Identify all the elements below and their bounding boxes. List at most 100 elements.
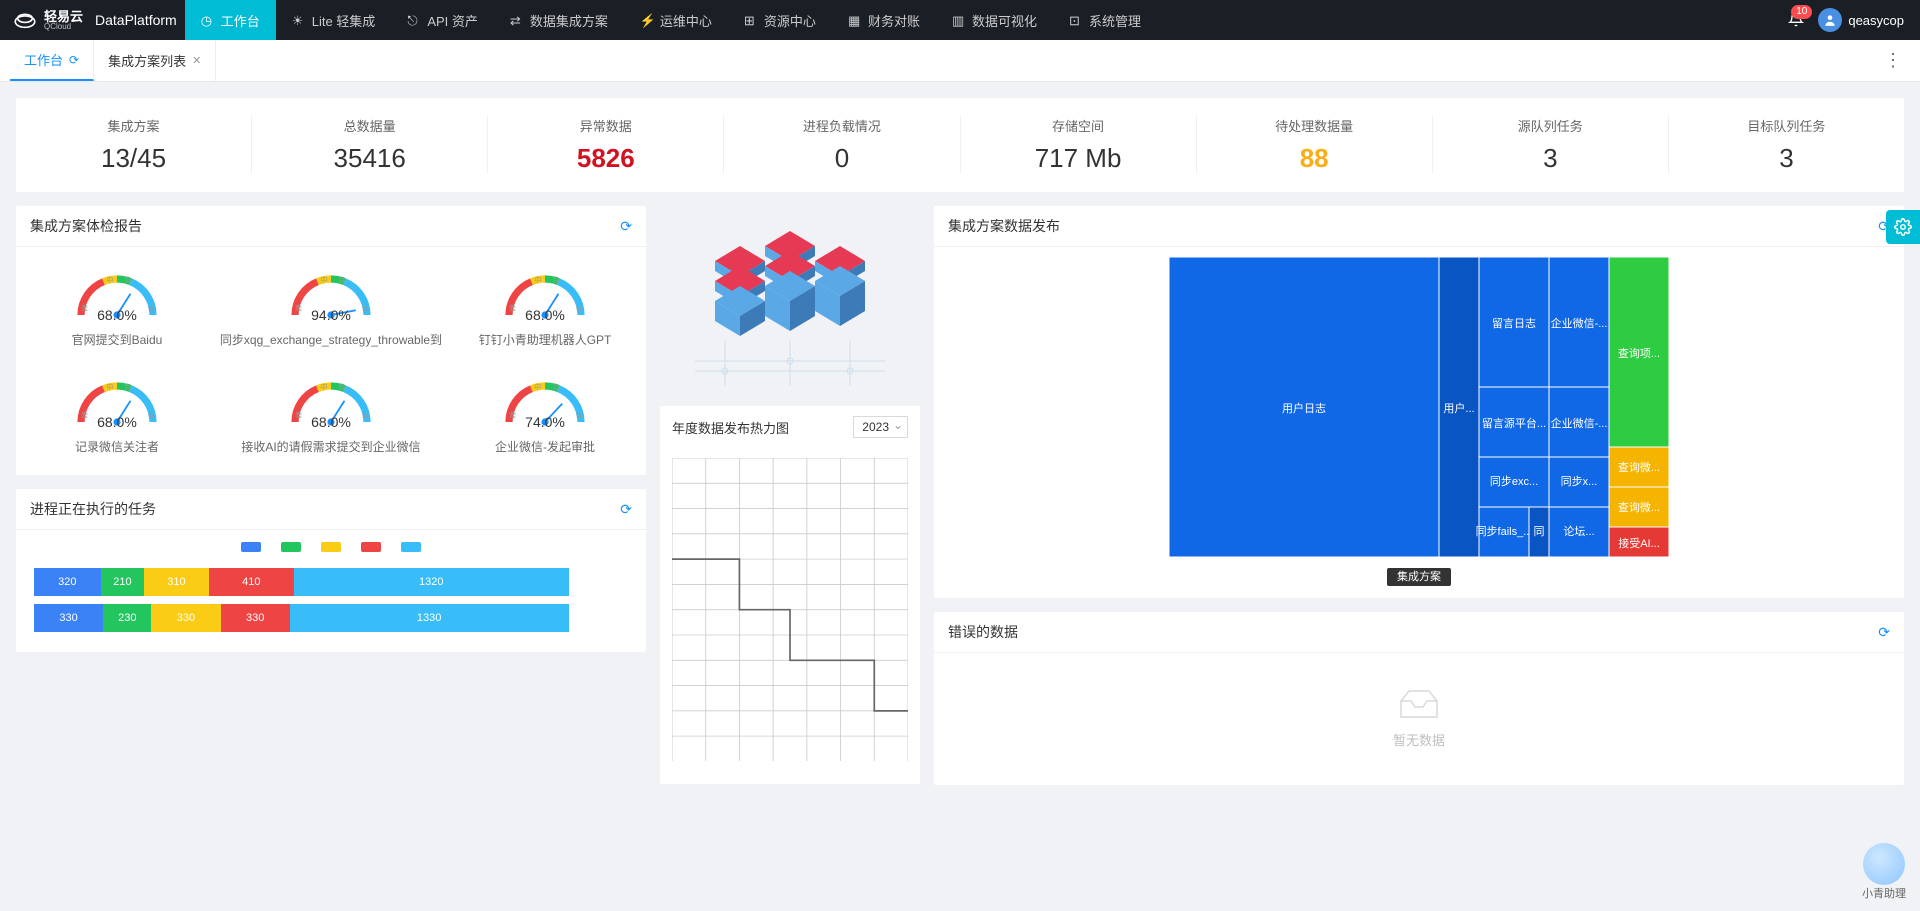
nav-api[interactable]: ⎋API 资产 <box>391 0 494 40</box>
progress-row: 3302303303301330 <box>34 604 628 632</box>
progress-title: 进程正在执行的任务 <box>30 499 156 519</box>
resource-icon: ⊞ <box>744 13 758 27</box>
stat-storage[interactable]: 存储空间717 Mb <box>961 116 1197 174</box>
progress-segment[interactable]: 330 <box>34 604 103 632</box>
health-title: 集成方案体检报告 <box>30 216 142 236</box>
lite-icon: ☀ <box>292 13 306 27</box>
gauge-item[interactable]: 差中 良优 68.0% 记录微信关注者 <box>28 366 206 463</box>
middle-column: 年度数据发布热力图 2023 <box>660 206 920 784</box>
refresh-button[interactable]: ⟳ <box>1878 624 1890 641</box>
cloud-icon <box>12 7 38 33</box>
svg-text:留言日志: 留言日志 <box>1492 317 1536 330</box>
gauge-item[interactable]: 差中 良优 68.0% 官网提交到Baidu <box>28 259 206 356</box>
dashboard-grid: 集成方案体检报告 ⟳ 差中 良优 <box>16 206 1904 785</box>
server-stack-icon <box>715 246 765 336</box>
nav-right: 10 qeasycop <box>1788 8 1920 32</box>
stat-source-queue[interactable]: 源队列任务3 <box>1433 116 1669 174</box>
settings-drawer-button[interactable] <box>1886 210 1920 244</box>
nav-integration[interactable]: ⇄数据集成方案 <box>494 0 624 40</box>
nav-viz[interactable]: ▥数据可视化 <box>936 0 1053 40</box>
stat-target-queue[interactable]: 目标队列任务3 <box>1669 116 1904 174</box>
tab-more-button[interactable]: ⋮ <box>1876 50 1910 71</box>
stat-integration[interactable]: 集成方案13/45 <box>16 116 252 174</box>
legend-item <box>241 542 261 552</box>
svg-text:同步exc...: 同步exc... <box>1490 475 1538 488</box>
gauge-item[interactable]: 差中 良优 68.0% 接收AI的请假需求提交到企业微信 <box>216 366 446 463</box>
brand-text: 轻易云 QCloud <box>44 10 83 31</box>
heatmap-panel: 年度数据发布热力图 2023 <box>660 406 920 784</box>
brand-logo[interactable]: 轻易云 QCloud <box>0 7 95 33</box>
svg-text:查询微...: 查询微... <box>1618 500 1660 514</box>
gauge-item[interactable]: 差中 良优 68.0% 钉钉小青助理机器人GPT <box>456 259 634 356</box>
progress-segment[interactable]: 310 <box>144 568 208 596</box>
nav-resource[interactable]: ⊞资源中心 <box>728 0 832 40</box>
nav-finance[interactable]: ▦财务对账 <box>832 0 936 40</box>
health-panel: 集成方案体检报告 ⟳ 差中 良优 <box>16 206 646 475</box>
progress-segment[interactable]: 320 <box>34 568 101 596</box>
refresh-icon[interactable]: ⟳ <box>69 53 79 67</box>
svg-text:同: 同 <box>1534 526 1545 538</box>
flow-icon: ⇄ <box>510 13 524 27</box>
svg-text:中: 中 <box>534 276 541 285</box>
progress-segment[interactable]: 210 <box>101 568 145 596</box>
chart-icon: ▥ <box>952 13 966 27</box>
treemap-chart[interactable]: 用户日志 用户... 留言日志 留言源平台... 同步exc... 同步fail… <box>948 257 1890 557</box>
nav-lite[interactable]: ☀Lite 轻集成 <box>276 0 392 40</box>
progress-segment[interactable]: 410 <box>209 568 294 596</box>
progress-bars: 32021031041013203302303303301330 <box>34 568 628 632</box>
progress-row: 3202103104101320 <box>34 568 628 596</box>
legend-item <box>321 542 341 552</box>
progress-segment[interactable]: 330 <box>151 604 220 632</box>
nav-ops[interactable]: ⚡运维中心 <box>624 0 728 40</box>
left-column: 集成方案体检报告 ⟳ 差中 良优 <box>16 206 646 652</box>
svg-text:中: 中 <box>106 276 113 285</box>
assistant-button[interactable]: 小青助理 <box>1862 843 1906 901</box>
refresh-button[interactable]: ⟳ <box>620 218 632 235</box>
username: qeasycop <box>1848 13 1904 28</box>
product-name: DataPlatform <box>95 12 185 28</box>
nav-system[interactable]: ⊡系统管理 <box>1053 0 1157 40</box>
progress-segment[interactable]: 230 <box>103 604 151 632</box>
stat-abnormal[interactable]: 异常数据5826 <box>488 116 724 174</box>
svg-text:查询微...: 查询微... <box>1618 460 1660 474</box>
progress-segment[interactable]: 1330 <box>290 604 569 632</box>
year-select[interactable]: 2023 <box>853 416 908 438</box>
gauge-item[interactable]: 差中 良优 74.0% 企业微信-发起审批 <box>456 366 634 463</box>
legend-item <box>401 542 421 552</box>
avatar <box>1818 8 1842 32</box>
progress-segment[interactable]: 330 <box>221 604 290 632</box>
treemap-title: 集成方案数据发布 <box>948 216 1060 236</box>
ops-icon: ⚡ <box>640 13 654 27</box>
errors-panel: 错误的数据 ⟳ 暂无数据 <box>934 612 1904 785</box>
top-nav: 轻易云 QCloud DataPlatform ◷工作台 ☀Lite 轻集成 ⎋… <box>0 0 1920 40</box>
progress-legend <box>34 542 628 552</box>
settings-icon: ⊡ <box>1069 13 1083 27</box>
heatmap-grid <box>660 448 920 784</box>
stats-row: 集成方案13/45 总数据量35416 异常数据5826 进程负载情况0 存储空… <box>16 98 1904 192</box>
legend-item <box>361 542 381 552</box>
nav-workspace[interactable]: ◷工作台 <box>185 0 276 40</box>
svg-text:中: 中 <box>320 383 327 392</box>
heatmap-title: 年度数据发布热力图 <box>672 418 789 437</box>
svg-text:良: 良 <box>338 276 345 285</box>
svg-text:同步fails_...: 同步fails_... <box>1476 525 1533 538</box>
svg-text:良: 良 <box>124 276 131 285</box>
close-icon[interactable]: ✕ <box>192 54 201 67</box>
legend-item <box>281 542 301 552</box>
stat-load[interactable]: 进程负载情况0 <box>724 116 960 174</box>
right-column: 集成方案数据发布 ⟳ 用户日志 用户... 留言日志 留言源平台... 同步ex… <box>934 206 1904 785</box>
reload-icon: ◷ <box>201 13 215 27</box>
svg-text:中: 中 <box>106 383 113 392</box>
assistant-avatar-icon <box>1863 843 1905 885</box>
stat-total[interactable]: 总数据量35416 <box>252 116 488 174</box>
tab-workspace[interactable]: 工作台 ⟳ <box>10 40 94 81</box>
progress-segment[interactable]: 1320 <box>294 568 569 596</box>
stat-pending[interactable]: 待处理数据量88 <box>1197 116 1433 174</box>
svg-text:企业微信-...: 企业微信-... <box>1551 316 1608 330</box>
svg-text:良: 良 <box>124 383 131 392</box>
notifications-button[interactable]: 10 <box>1788 11 1804 30</box>
refresh-button[interactable]: ⟳ <box>620 501 632 518</box>
user-menu[interactable]: qeasycop <box>1818 8 1904 32</box>
gauge-item[interactable]: 差中 良优 94.0% 同步xqg_exchange_strategy_thro… <box>216 259 446 356</box>
tab-integration-list[interactable]: 集成方案列表 ✕ <box>94 40 216 81</box>
